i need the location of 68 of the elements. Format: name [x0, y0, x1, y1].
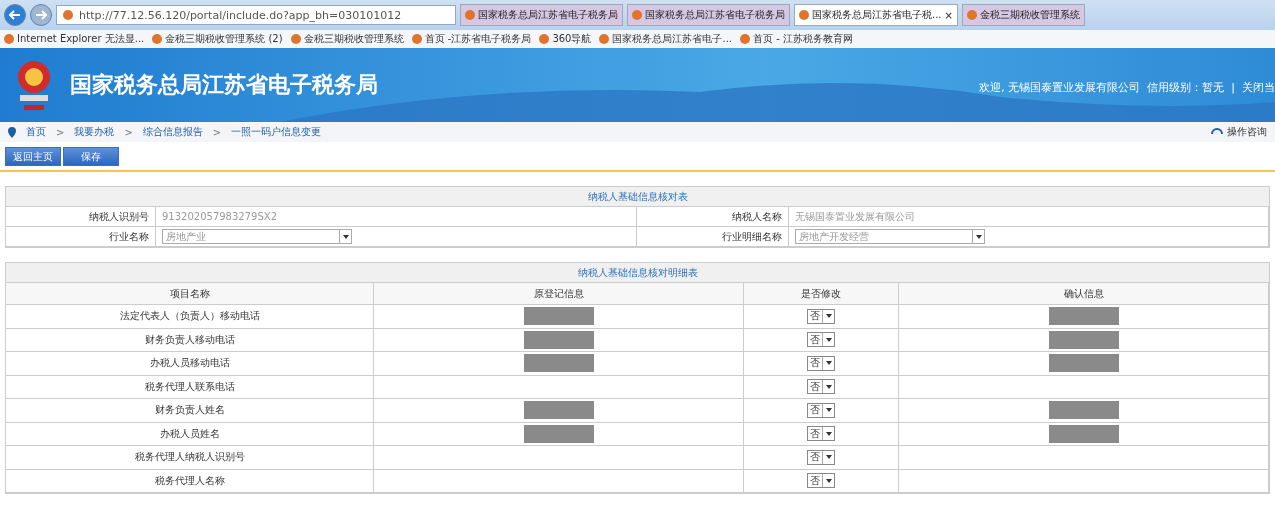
- table-cell: 办税人员移动电话: [6, 352, 374, 376]
- caret-icon: [342, 234, 349, 239]
- breadcrumb-link[interactable]: 一照一码户信息变更: [231, 125, 322, 139]
- address-field[interactable]: http://77.12.56.120/portal/include.do?app_bh=030101012: [56, 5, 456, 25]
- bookmark-link[interactable]: 国家税务总局江苏省电子...: [599, 32, 733, 46]
- field-label: 行业名称: [6, 227, 156, 247]
- browser-tab[interactable]: 金税三期税收管理系统: [961, 4, 1085, 26]
- bookmark-link[interactable]: 360导航: [539, 32, 592, 46]
- bookmark-link[interactable]: 首页 - 江苏税务教育网: [740, 32, 853, 46]
- select-field[interactable]: 否: [807, 332, 835, 348]
- field-value: 无锡国泰置业发展有限公司: [789, 207, 1269, 227]
- select-field[interactable]: 否: [807, 355, 835, 371]
- action-button[interactable]: 返回主页: [5, 147, 61, 166]
- bookmark-link[interactable]: 金税三期税收管理系统 (2): [152, 32, 283, 46]
- caret-icon: [825, 337, 832, 342]
- table-title: 纳税人基础信息核对表: [6, 187, 1269, 207]
- browser-tab[interactable]: 国家税务总局江苏省电子税务局: [627, 4, 790, 26]
- select-field[interactable]: 否: [807, 379, 835, 395]
- caret-icon: [825, 478, 832, 483]
- caret-icon: [825, 361, 832, 366]
- table-cell: 财务负责人姓名: [6, 399, 374, 423]
- help-link[interactable]: 操作咨询: [1227, 125, 1267, 139]
- select-field[interactable]: 否: [807, 449, 835, 465]
- browser-tab[interactable]: 国家税务总局江苏省电子税务局: [460, 4, 623, 26]
- select-field[interactable]: 否: [807, 308, 835, 324]
- caret-icon: [825, 431, 832, 436]
- caret-icon: [825, 314, 832, 319]
- breadcrumb-separator: >: [56, 126, 65, 138]
- location-pin-icon: [8, 126, 16, 138]
- field-label: 行业明细名称: [637, 227, 789, 247]
- field-value: 913202057983279SX2: [156, 207, 637, 227]
- action-button[interactable]: 保存: [63, 147, 119, 166]
- table-cell: 税务代理人联系电话: [6, 375, 374, 399]
- back-button[interactable]: [4, 4, 26, 26]
- column-header: 确认信息: [899, 283, 1269, 305]
- browser-tab[interactable]: 国家税务总局江苏省电子税... ×: [794, 4, 958, 26]
- table-cell: 税务代理人名称: [6, 469, 374, 493]
- caret-icon: [975, 234, 982, 239]
- site-title: 国家税务总局江苏省电子税务局: [70, 71, 378, 99]
- caret-icon: [825, 384, 832, 389]
- forward-button[interactable]: [30, 4, 52, 26]
- select-field[interactable]: 否: [807, 402, 835, 418]
- bookmark-link[interactable]: 首页 -江苏省电子税务局: [411, 32, 532, 46]
- field-label: 纳税人识别号: [6, 207, 156, 227]
- breadcrumb-separator: >: [124, 126, 133, 138]
- caret-icon: [825, 408, 832, 413]
- breadcrumb-link[interactable]: 首页: [26, 125, 46, 139]
- table-cell: 办税人员姓名: [6, 422, 374, 446]
- column-header: 原登记信息: [374, 283, 744, 305]
- back-arrow-icon: [9, 10, 21, 20]
- breadcrumb-separator: >: [212, 126, 222, 138]
- breadcrumb-link[interactable]: 我要办税: [74, 125, 115, 139]
- select-field[interactable]: 否: [807, 473, 835, 489]
- user-info: 欢迎, 无锡国泰置业发展有限公司 信用级别：暂无 | 关闭当: [979, 80, 1275, 95]
- select-field[interactable]: 否: [807, 426, 835, 442]
- bookmark-link[interactable]: 金税三期税收管理系统: [290, 32, 404, 46]
- bookmark-link[interactable]: Internet Explorer 无法显...: [4, 32, 145, 46]
- field-label: 纳税人名称: [637, 207, 789, 227]
- table-cell: 财务负责人移动电话: [6, 328, 374, 352]
- close-icon[interactable]: ×: [944, 9, 953, 21]
- table-cell: 税务代理人纳税人识别号: [6, 446, 374, 470]
- column-header: 项目名称: [6, 283, 374, 305]
- forward-arrow-icon: [35, 10, 47, 20]
- table-title: 纳税人基础信息核对明细表: [6, 263, 1269, 283]
- caret-icon: [825, 455, 832, 460]
- table-cell: 法定代表人（负责人）移动电话: [6, 305, 374, 329]
- column-header: 是否修改: [744, 283, 899, 305]
- breadcrumb-link[interactable]: 综合信息报告: [142, 125, 203, 139]
